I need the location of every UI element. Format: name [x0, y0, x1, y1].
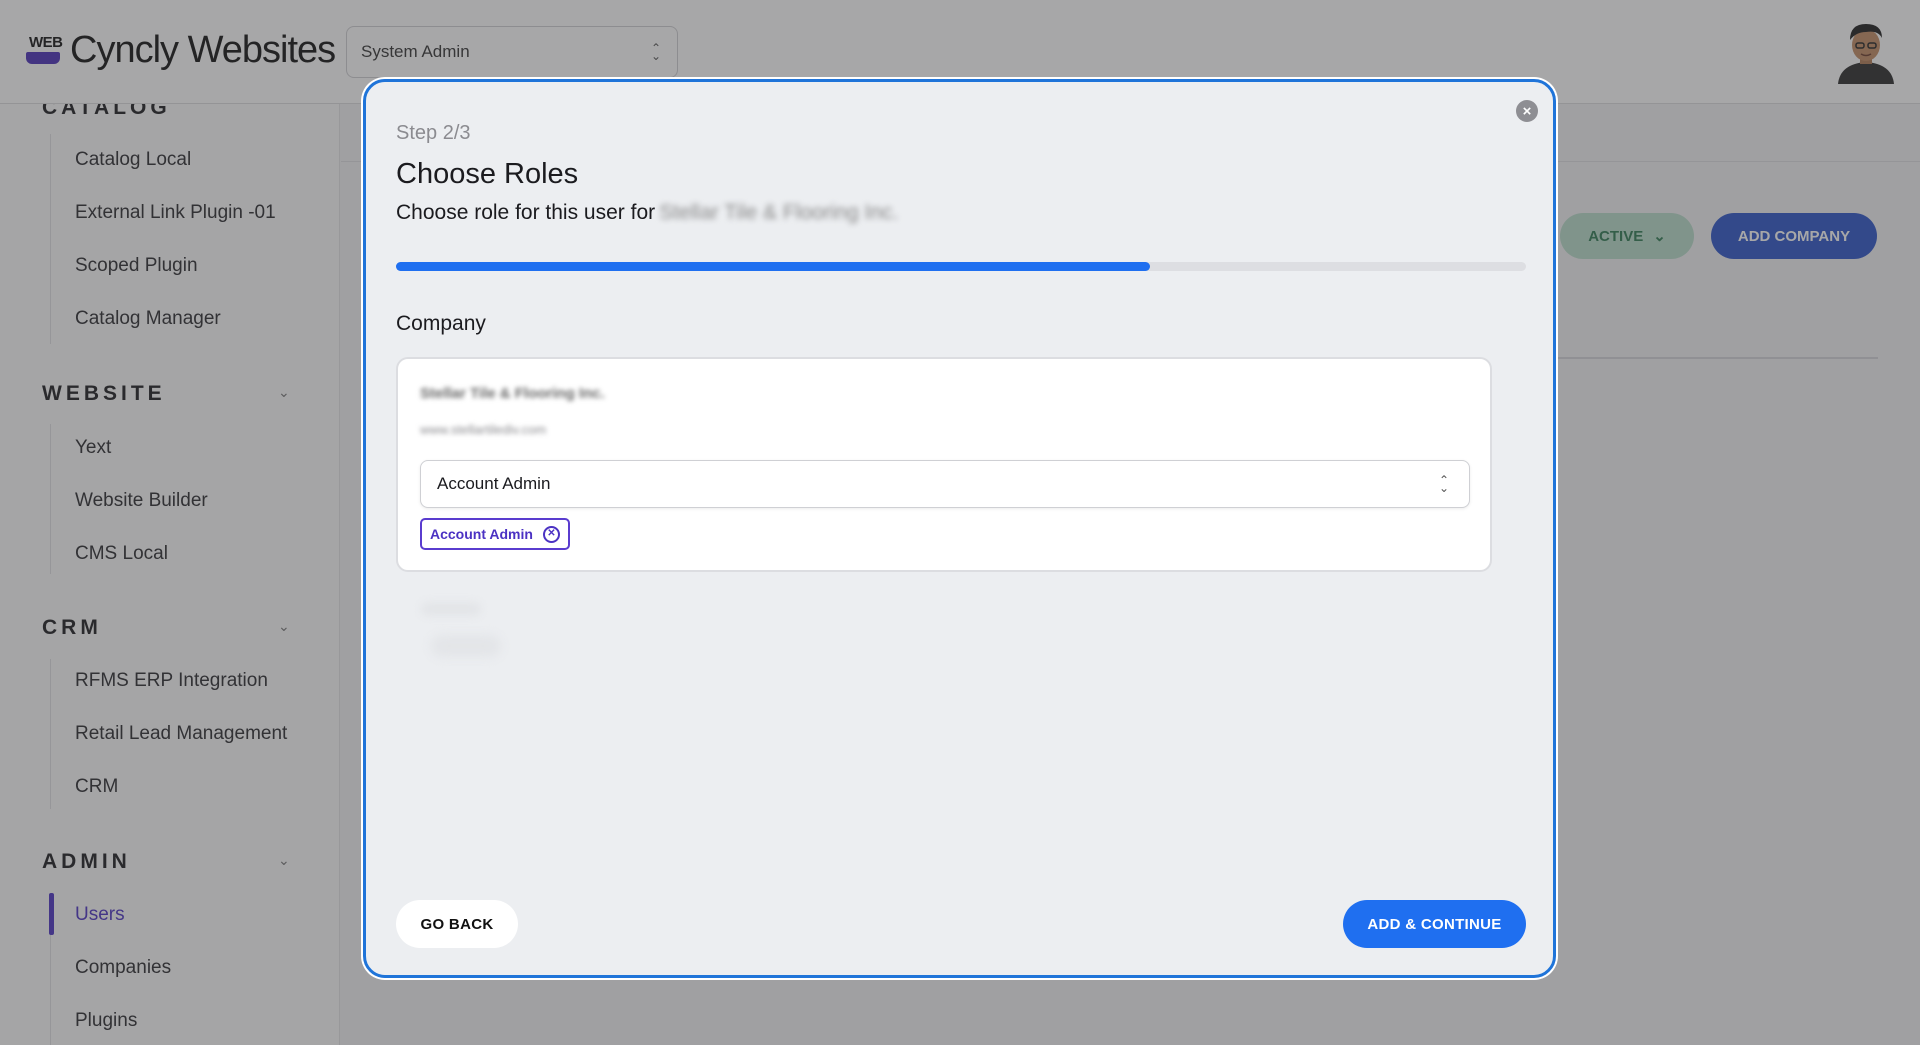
modal-title: Choose Roles — [396, 158, 579, 190]
updown-chevron-icon: ⌃ ⌄ — [1438, 473, 1449, 495]
role-select-value: Account Admin — [437, 474, 551, 493]
role-chip-label: Account Admin — [430, 526, 533, 542]
add-continue-button[interactable]: ADD & CONTINUE — [1343, 900, 1526, 948]
go-back-button[interactable]: GO BACK — [396, 900, 518, 948]
role-select[interactable]: Account Admin ⌃ ⌄ — [420, 460, 1470, 508]
progress-bar — [396, 262, 1526, 271]
role-chip: Account Admin ✕ — [420, 518, 570, 550]
faded-placeholder — [421, 602, 481, 616]
company-name: Stellar Tile & Flooring Inc. — [420, 385, 605, 402]
step-indicator: Step 2/3 — [396, 122, 471, 144]
section-label-company: Company — [396, 312, 486, 335]
modal-subtitle: Choose role for this user for Stellar Ti… — [396, 201, 898, 225]
choose-roles-modal: × Step 2/3 Choose Roles Choose role for … — [363, 79, 1556, 978]
modal-subtitle-company: Stellar Tile & Flooring Inc. — [659, 201, 899, 224]
faded-placeholder — [431, 635, 501, 657]
modal-subtitle-text: Choose role for this user for — [396, 201, 656, 224]
progress-fill — [396, 262, 1150, 271]
remove-chip-icon[interactable]: ✕ — [542, 525, 560, 543]
company-url: www.stellartilediv.com — [420, 422, 547, 437]
company-card: Stellar Tile & Flooring Inc. www.stellar… — [396, 357, 1492, 572]
close-icon[interactable]: × — [1516, 100, 1538, 122]
